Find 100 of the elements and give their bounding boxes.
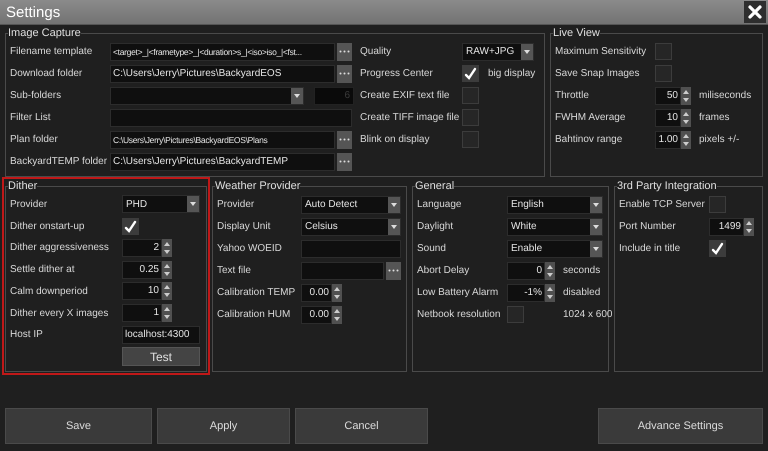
action-button[interactable]: Save: [5, 408, 152, 444]
group-title: Dither: [8, 180, 38, 192]
text-field[interactable]: C:\Users\Jerry\Pictures\BackyardEOS\Plans: [110, 130, 335, 148]
unit-label: frames: [699, 112, 730, 123]
dropdown[interactable]: Celsius: [301, 218, 401, 236]
field-label: Provider: [217, 199, 254, 210]
spinner-buttons[interactable]: [681, 108, 691, 126]
number-field[interactable]: 1: [122, 304, 162, 322]
dropdown[interactable]: English: [507, 196, 603, 214]
field-label: Save Snap Images: [555, 68, 640, 79]
checkbox[interactable]: [709, 196, 726, 213]
field-label: Calibration TEMP: [217, 287, 296, 298]
action-button[interactable]: Advance Settings: [598, 408, 763, 444]
text-field[interactable]: [301, 262, 384, 280]
browse-button[interactable]: [337, 42, 352, 60]
number-field[interactable]: 0.25: [122, 260, 162, 279]
field-label: Dither aggressiveness: [10, 242, 109, 254]
spinner-buttons[interactable]: [681, 86, 691, 104]
unit-label: disabled: [563, 287, 600, 298]
field-label: Filename template: [10, 46, 92, 57]
check-icon: [710, 241, 725, 256]
field-label: Sound: [417, 243, 446, 254]
dropdown[interactable]: RAW+JPG: [462, 42, 534, 60]
field-label: Low Battery Alarm: [417, 287, 498, 298]
field-label: Create EXIF text file: [360, 90, 450, 101]
close-icon: [747, 4, 763, 20]
number-field[interactable]: -1%: [507, 284, 545, 302]
checkbox[interactable]: [462, 87, 479, 104]
checkbox[interactable]: [709, 240, 726, 257]
dropdown[interactable]: PHD: [122, 195, 200, 214]
spinner-buttons[interactable]: [332, 306, 342, 324]
spinner-buttons[interactable]: [744, 218, 754, 236]
check-icon: [463, 66, 478, 81]
group-title: Image Capture: [8, 27, 81, 39]
checkbox[interactable]: [122, 218, 139, 235]
text-field[interactable]: [301, 240, 401, 258]
field-label: Netbook resolution: [417, 309, 500, 320]
number-field[interactable]: 0.00: [301, 306, 332, 324]
dropdown[interactable]: [110, 86, 304, 104]
checkbox[interactable]: [462, 109, 479, 126]
unit-label: big display: [488, 68, 536, 79]
field-label: Blink on display: [360, 134, 430, 145]
field-label: Provider: [10, 198, 48, 210]
test-button[interactable]: Test: [122, 347, 200, 366]
spinner-buttons[interactable]: [162, 304, 172, 322]
ellipsis-icon: [339, 160, 350, 163]
browse-button[interactable]: [337, 64, 352, 82]
number-field[interactable]: 1499: [709, 218, 744, 236]
field-label: Settle dither at: [10, 264, 74, 276]
number-field[interactable]: 10: [122, 282, 162, 300]
browse-button[interactable]: [337, 152, 352, 170]
number-field[interactable]: 50: [655, 86, 681, 104]
field-label: Plan folder: [10, 134, 58, 145]
browse-button[interactable]: [386, 262, 401, 280]
dropdown[interactable]: Auto Detect: [301, 196, 401, 214]
field-label: Dither every X images: [10, 308, 108, 319]
field-label: FWHM Average: [555, 112, 626, 123]
text-field[interactable]: C:\Users\Jerry\Pictures\BackyardTEMP: [110, 152, 335, 170]
field-label: Create TIFF image file: [360, 112, 460, 123]
text-field[interactable]: <target>_|<frametype>_|<duration>s_|<iso>iso_|<fst...: [110, 42, 335, 60]
text-field[interactable]: C:\Users\Jerry\Pictures\BackyardEOS: [110, 64, 335, 82]
field-label: Enable TCP Server: [619, 199, 705, 210]
action-button[interactable]: Apply: [157, 408, 290, 444]
number-field[interactable]: 10: [655, 108, 681, 126]
browse-button[interactable]: [337, 130, 352, 148]
checkbox[interactable]: [655, 65, 672, 82]
spinner-buttons[interactable]: [162, 238, 172, 257]
spinner-buttons[interactable]: [332, 284, 342, 302]
field-label: Quality: [360, 46, 392, 57]
number-field[interactable]: 1.00: [655, 130, 681, 148]
field-label: Yahoo WOEID: [217, 243, 282, 254]
unit-label: seconds: [563, 265, 600, 276]
field-label: Host IP: [10, 329, 43, 340]
checkbox[interactable]: [462, 131, 479, 148]
checkbox[interactable]: [507, 306, 524, 323]
spinner-buttons[interactable]: [162, 282, 172, 300]
unit-label: 1024 x 600: [563, 309, 612, 320]
spinner-buttons[interactable]: [681, 130, 691, 148]
checkbox[interactable]: [655, 43, 672, 60]
spinner-buttons[interactable]: [545, 262, 555, 280]
number-field[interactable]: 2: [122, 238, 162, 257]
group-title: 3rd Party Integration: [617, 180, 717, 192]
action-button[interactable]: Cancel: [295, 408, 428, 444]
dropdown[interactable]: Enable: [507, 240, 603, 258]
unit-label: pixels +/-: [699, 134, 740, 145]
ellipsis-icon: [339, 50, 350, 53]
text-field[interactable]: localhost:4300: [122, 326, 200, 344]
field-label: Calibration HUM: [217, 309, 290, 320]
number-field[interactable]: 0: [507, 262, 545, 280]
number-field[interactable]: 0.00: [301, 284, 332, 302]
field-label: Port Number: [619, 221, 676, 232]
group-title: General: [415, 180, 454, 192]
dropdown[interactable]: White: [507, 218, 603, 236]
checkbox[interactable]: [462, 65, 479, 82]
spinner-buttons[interactable]: [545, 284, 555, 302]
group-title: Live View: [553, 27, 600, 39]
spinner-buttons[interactable]: [162, 260, 172, 279]
close-button[interactable]: [744, 1, 766, 23]
window-title: Settings: [6, 4, 60, 20]
text-field[interactable]: [110, 108, 352, 126]
